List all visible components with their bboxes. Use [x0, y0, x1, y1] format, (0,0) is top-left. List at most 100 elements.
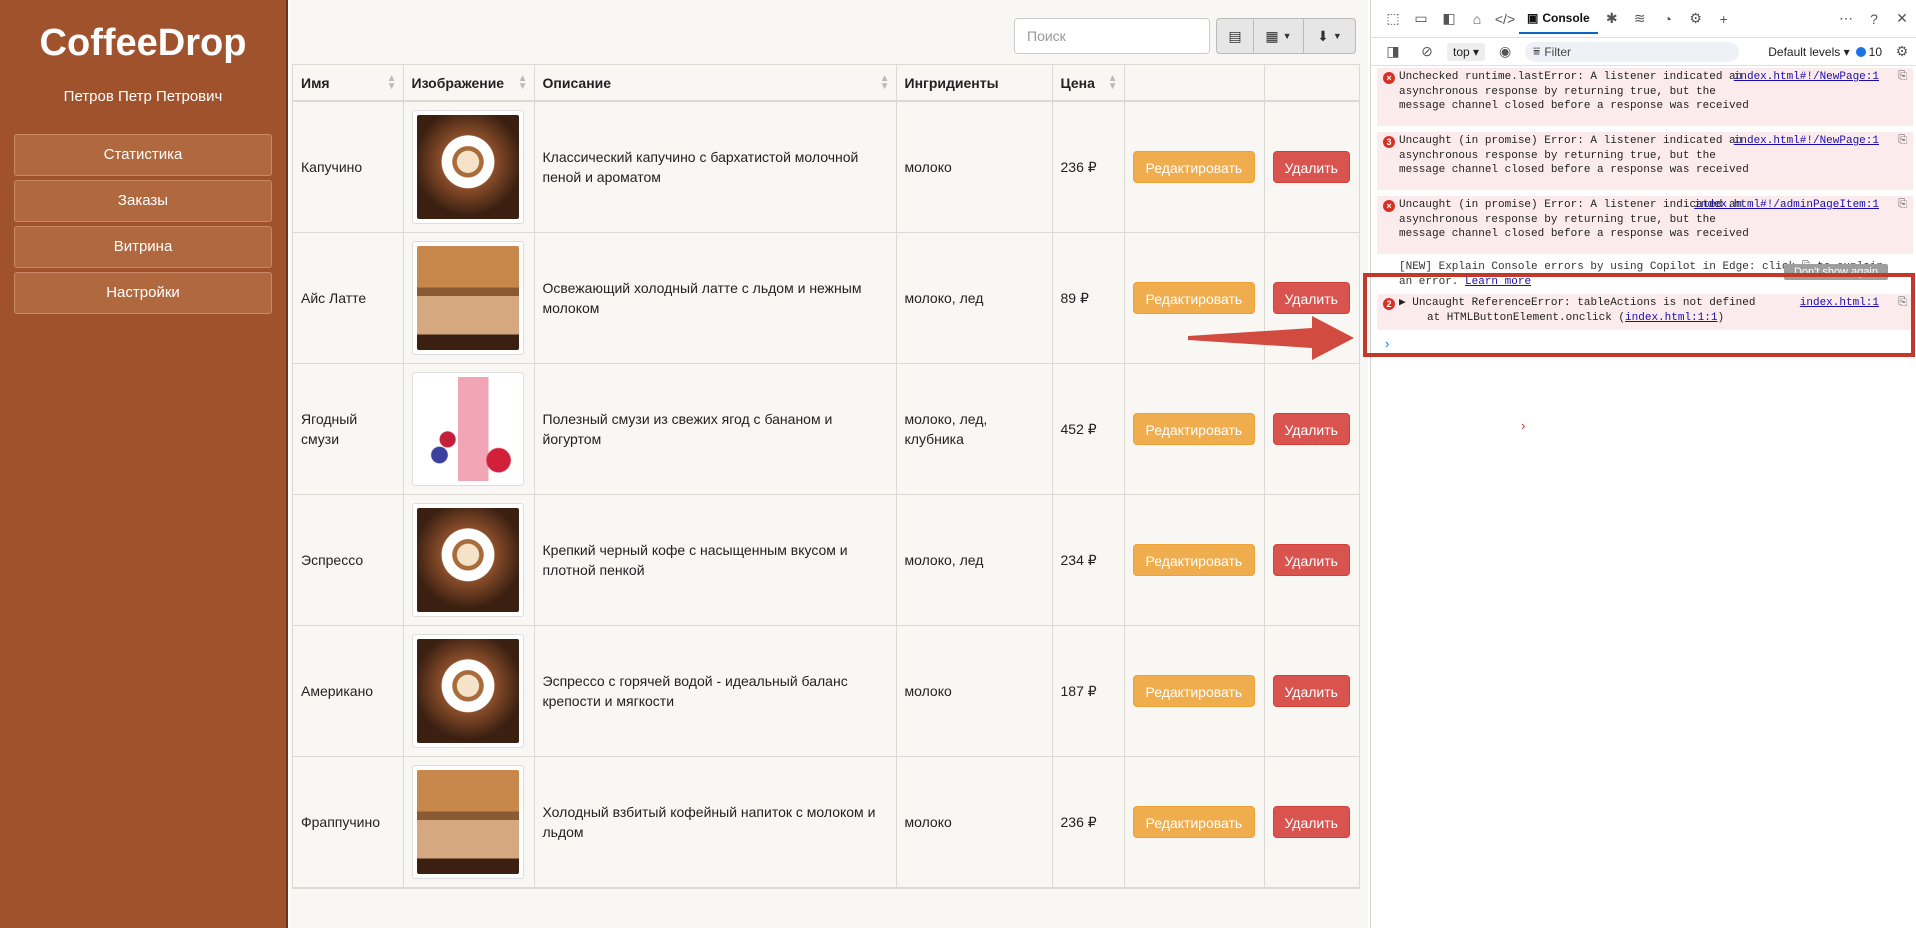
sidebar-item-settings[interactable]: Настройки: [14, 272, 272, 314]
cell-edit: Редактировать: [1124, 756, 1265, 888]
delete-button[interactable]: Удалить: [1272, 674, 1350, 707]
console-settings-icon[interactable]: ⚙: [1888, 38, 1916, 66]
issues-counter[interactable]: 10: [1855, 45, 1882, 59]
table-row: Эспрессо Крепкий черный кофе с насыщенны…: [293, 494, 1359, 626]
table-row: Фраппучино Холодный взбитый кофейный нап…: [293, 756, 1359, 888]
network-icon[interactable]: ≋: [1626, 5, 1654, 33]
cell-price: 89 ₽: [1052, 232, 1125, 364]
cell-edit: Редактировать: [1124, 363, 1265, 495]
delete-button[interactable]: Удалить: [1272, 281, 1350, 314]
product-image: [411, 240, 524, 355]
columns-button[interactable]: ▦ ▼: [1254, 18, 1304, 54]
search-input[interactable]: [1014, 18, 1210, 54]
sidebar-nav: Статистика Заказы Витрина Настройки: [14, 134, 272, 318]
edit-button[interactable]: Редактировать: [1132, 412, 1256, 445]
help-icon[interactable]: ?: [1860, 5, 1888, 33]
highlight-box: [1363, 273, 1915, 357]
download-icon: ⬇: [1317, 27, 1329, 44]
sort-icon: ▲ ▼: [386, 73, 397, 92]
more-icon[interactable]: ⋯: [1832, 5, 1860, 33]
chevron-down-icon: ▼: [1332, 31, 1342, 41]
copilot-icon[interactable]: ⎘: [1898, 198, 1907, 213]
log-levels-dropdown[interactable]: Default levels ▾: [1768, 45, 1849, 59]
home-icon[interactable]: ⌂: [1463, 5, 1491, 33]
add-tab-icon[interactable]: +: [1710, 5, 1738, 33]
cell-delete: Удалить: [1264, 101, 1359, 233]
cell-image: [403, 232, 535, 364]
edit-button[interactable]: Редактировать: [1132, 281, 1256, 314]
cappuccino-image: [416, 114, 519, 219]
console-toolbar: ◨ ⊘ top ▾ ◉ ⩸ Filter Default levels ▾ 10 …: [1371, 38, 1916, 66]
clear-console-icon[interactable]: ⊘: [1413, 38, 1441, 66]
cell-image: [403, 756, 535, 888]
context-selector[interactable]: top ▾: [1447, 42, 1486, 61]
cell-image: [403, 363, 535, 495]
column-header-price[interactable]: Цена ▲ ▼: [1052, 65, 1125, 102]
cell-name: Капучино: [293, 101, 404, 233]
console-error-message: × Uncaught (in promise) Error: A listene…: [1377, 196, 1913, 254]
sidebar-item-statistics[interactable]: Статистика: [14, 134, 272, 176]
edit-button[interactable]: Редактировать: [1132, 805, 1256, 838]
delete-button[interactable]: Удалить: [1272, 150, 1350, 183]
cell-description: Классический капучино с бархатистой моло…: [534, 101, 897, 233]
source-link[interactable]: index.html#!/adminPageItem:1: [1694, 198, 1879, 213]
device-emulation-icon[interactable]: ▭: [1407, 5, 1435, 33]
tab-console[interactable]: ▣ Console: [1519, 4, 1598, 34]
cell-price: 236 ₽: [1052, 101, 1125, 233]
delete-button[interactable]: Удалить: [1272, 412, 1350, 445]
main-content: ▤ ▦▼ ⬇▼ Имя▲▼ Изображение▲▼ Описание▲▼ И…: [290, 0, 1368, 928]
cell-description: Освежающий холодный латте с льдом и нежн…: [534, 232, 897, 364]
console-icon: ▣: [1527, 10, 1539, 25]
copilot-icon[interactable]: ⎘: [1898, 134, 1907, 149]
cell-ingredients: молоко, лед: [896, 494, 1053, 626]
close-icon[interactable]: ✕: [1888, 5, 1916, 33]
issues-icon: [1855, 46, 1866, 57]
column-header-delete: [1264, 65, 1359, 102]
toggle-view-button[interactable]: ▤: [1216, 18, 1254, 54]
cell-description: Холодный взбитый кофейный напиток с моло…: [534, 756, 897, 888]
source-link[interactable]: index.html#!/NewPage:1: [1734, 70, 1879, 85]
cell-description: Крепкий черный кофе с насыщенным вкусом …: [534, 494, 897, 626]
edit-button[interactable]: Редактировать: [1132, 674, 1256, 707]
sidebar-item-showcase[interactable]: Витрина: [14, 226, 272, 268]
sort-icon: ▲ ▼: [517, 73, 528, 92]
column-header-image[interactable]: Изображение ▲ ▼: [403, 65, 535, 102]
product-image: [411, 371, 524, 486]
gear-icon[interactable]: ⚙: [1682, 5, 1710, 33]
annotation-arrow-icon: [1188, 316, 1354, 360]
sidebar-item-orders[interactable]: Заказы: [14, 180, 272, 222]
source-link[interactable]: index.html#!/NewPage:1: [1734, 134, 1879, 149]
edit-button[interactable]: Редактировать: [1132, 543, 1256, 576]
column-header-ingredients[interactable]: Ингридиенты: [896, 65, 1053, 102]
edit-button[interactable]: Редактировать: [1132, 150, 1256, 183]
error-icon: ×: [1383, 72, 1395, 84]
filter-input[interactable]: ⩸ Filter: [1525, 41, 1740, 62]
copilot-icon[interactable]: ⎘: [1898, 70, 1907, 85]
brand-logo: CoffeeDrop: [39, 22, 247, 64]
devtools-panel: ⬚ ▭ ◧ ⌂ </> ▣ Console ✱ ≋ ◔ ⚙ + ⋯ ? ✕ ◨ ⊘…: [1370, 0, 1916, 928]
sort-icon: ▲ ▼: [879, 73, 890, 92]
export-button[interactable]: ⬇ ▼: [1304, 18, 1356, 54]
error-icon: ×: [1383, 200, 1395, 212]
prompt-caret-icon: ›: [1521, 418, 1526, 433]
bug-icon[interactable]: ✱: [1598, 5, 1626, 33]
elements-icon[interactable]: </>: [1491, 5, 1519, 33]
delete-button[interactable]: Удалить: [1272, 543, 1350, 576]
eye-icon[interactable]: ◉: [1491, 38, 1519, 66]
sidebar: CoffeeDrop Петров Петр Петрович Статисти…: [0, 0, 288, 928]
table-toolbar: ▤ ▦▼ ⬇▼: [1014, 18, 1356, 54]
chevron-down-icon: ▼: [1282, 31, 1292, 41]
cell-delete: Удалить: [1264, 756, 1359, 888]
column-header-name[interactable]: Имя ▲ ▼: [293, 65, 404, 102]
toolbar-button-group: ▤ ▦ ▼ ⬇ ▼: [1216, 18, 1356, 54]
inspect-icon[interactable]: ⬚: [1379, 5, 1407, 33]
console-error-message: × Unchecked runtime.lastError: A listene…: [1377, 68, 1913, 126]
cell-price: 236 ₽: [1052, 756, 1125, 888]
performance-icon[interactable]: ◔: [1654, 5, 1682, 33]
sidebar-icon[interactable]: ◨: [1379, 38, 1407, 66]
column-header-description[interactable]: Описание ▲ ▼: [534, 65, 897, 102]
table-row: Американо Эспрессо с горячей водой - иде…: [293, 625, 1359, 757]
cell-image: [403, 625, 535, 757]
delete-button[interactable]: Удалить: [1272, 805, 1350, 838]
sidebar-toggle-icon[interactable]: ◧: [1435, 5, 1463, 33]
